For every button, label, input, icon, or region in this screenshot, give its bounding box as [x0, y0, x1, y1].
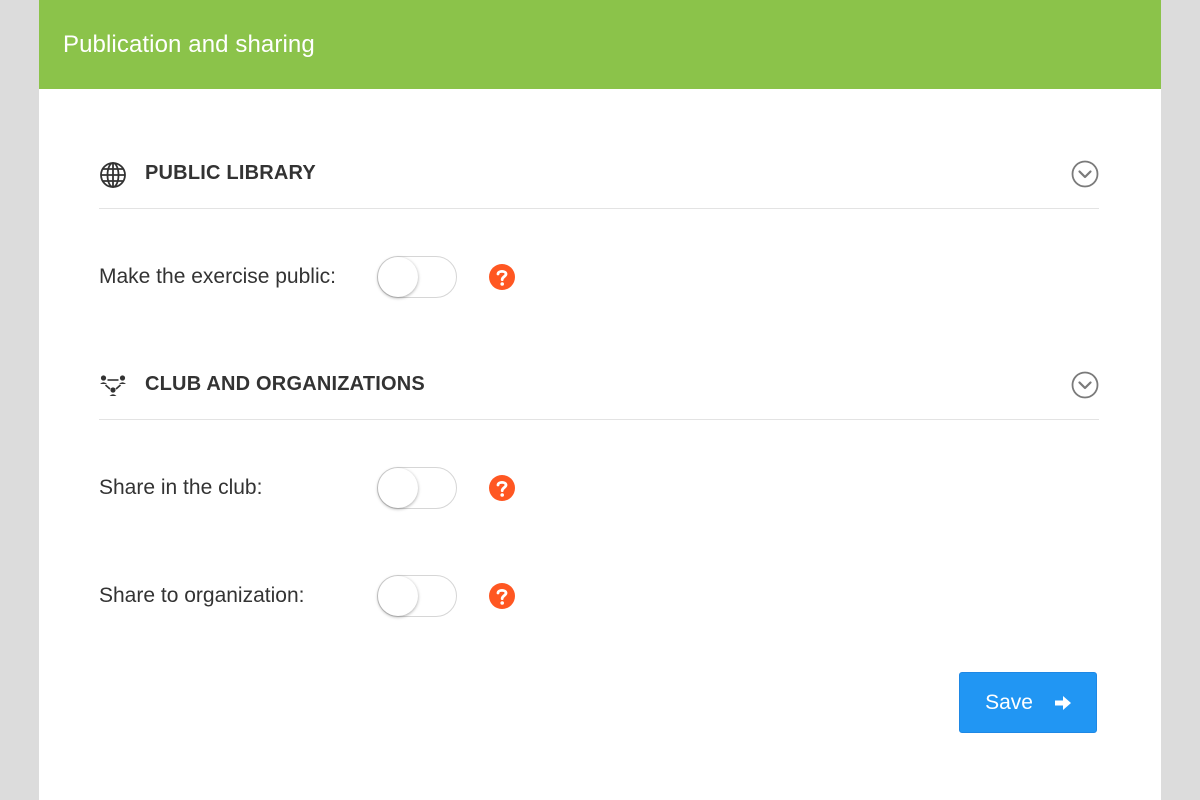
section-club-organizations: CLUB AND ORGANIZATIONS	[99, 362, 1099, 420]
make-public-toggle[interactable]	[377, 256, 457, 298]
question-circle-icon[interactable]	[488, 263, 516, 291]
toggle-knob	[378, 576, 418, 616]
setting-row-share-club: Share in the club:	[99, 466, 1099, 510]
section-public-library: PUBLIC LIBRARY	[99, 151, 1099, 209]
question-circle-icon[interactable]	[488, 474, 516, 502]
setting-label-share-club: Share in the club:	[99, 476, 263, 499]
toggle-knob	[378, 468, 418, 508]
dialog-header: Publication and sharing	[39, 0, 1161, 89]
globe-icon	[99, 161, 127, 189]
setting-label-share-organization: Share to organization:	[99, 584, 305, 607]
save-button-label: Save	[985, 690, 1033, 714]
arrow-right-icon	[1053, 693, 1073, 713]
section-title-club-organizations: CLUB AND ORGANIZATIONS	[145, 373, 425, 395]
setting-label-make-public: Make the exercise public:	[99, 265, 336, 288]
share-club-toggle[interactable]	[377, 467, 457, 509]
toggle-knob	[378, 257, 418, 297]
setting-row-share-organization: Share to organization:	[99, 574, 1099, 618]
dialog-title: Publication and sharing	[63, 30, 315, 58]
setting-row-make-public: Make the exercise public:	[99, 255, 1099, 299]
share-organization-toggle[interactable]	[377, 575, 457, 617]
section-title-public-library: PUBLIC LIBRARY	[145, 162, 316, 184]
chevron-down-icon[interactable]	[1071, 160, 1099, 188]
publication-sharing-dialog: Publication and sharing PUBLIC LIBRARY M…	[39, 0, 1161, 800]
chevron-down-icon[interactable]	[1071, 371, 1099, 399]
network-people-icon	[99, 372, 127, 400]
save-button[interactable]: Save	[959, 672, 1097, 733]
question-circle-icon[interactable]	[488, 582, 516, 610]
